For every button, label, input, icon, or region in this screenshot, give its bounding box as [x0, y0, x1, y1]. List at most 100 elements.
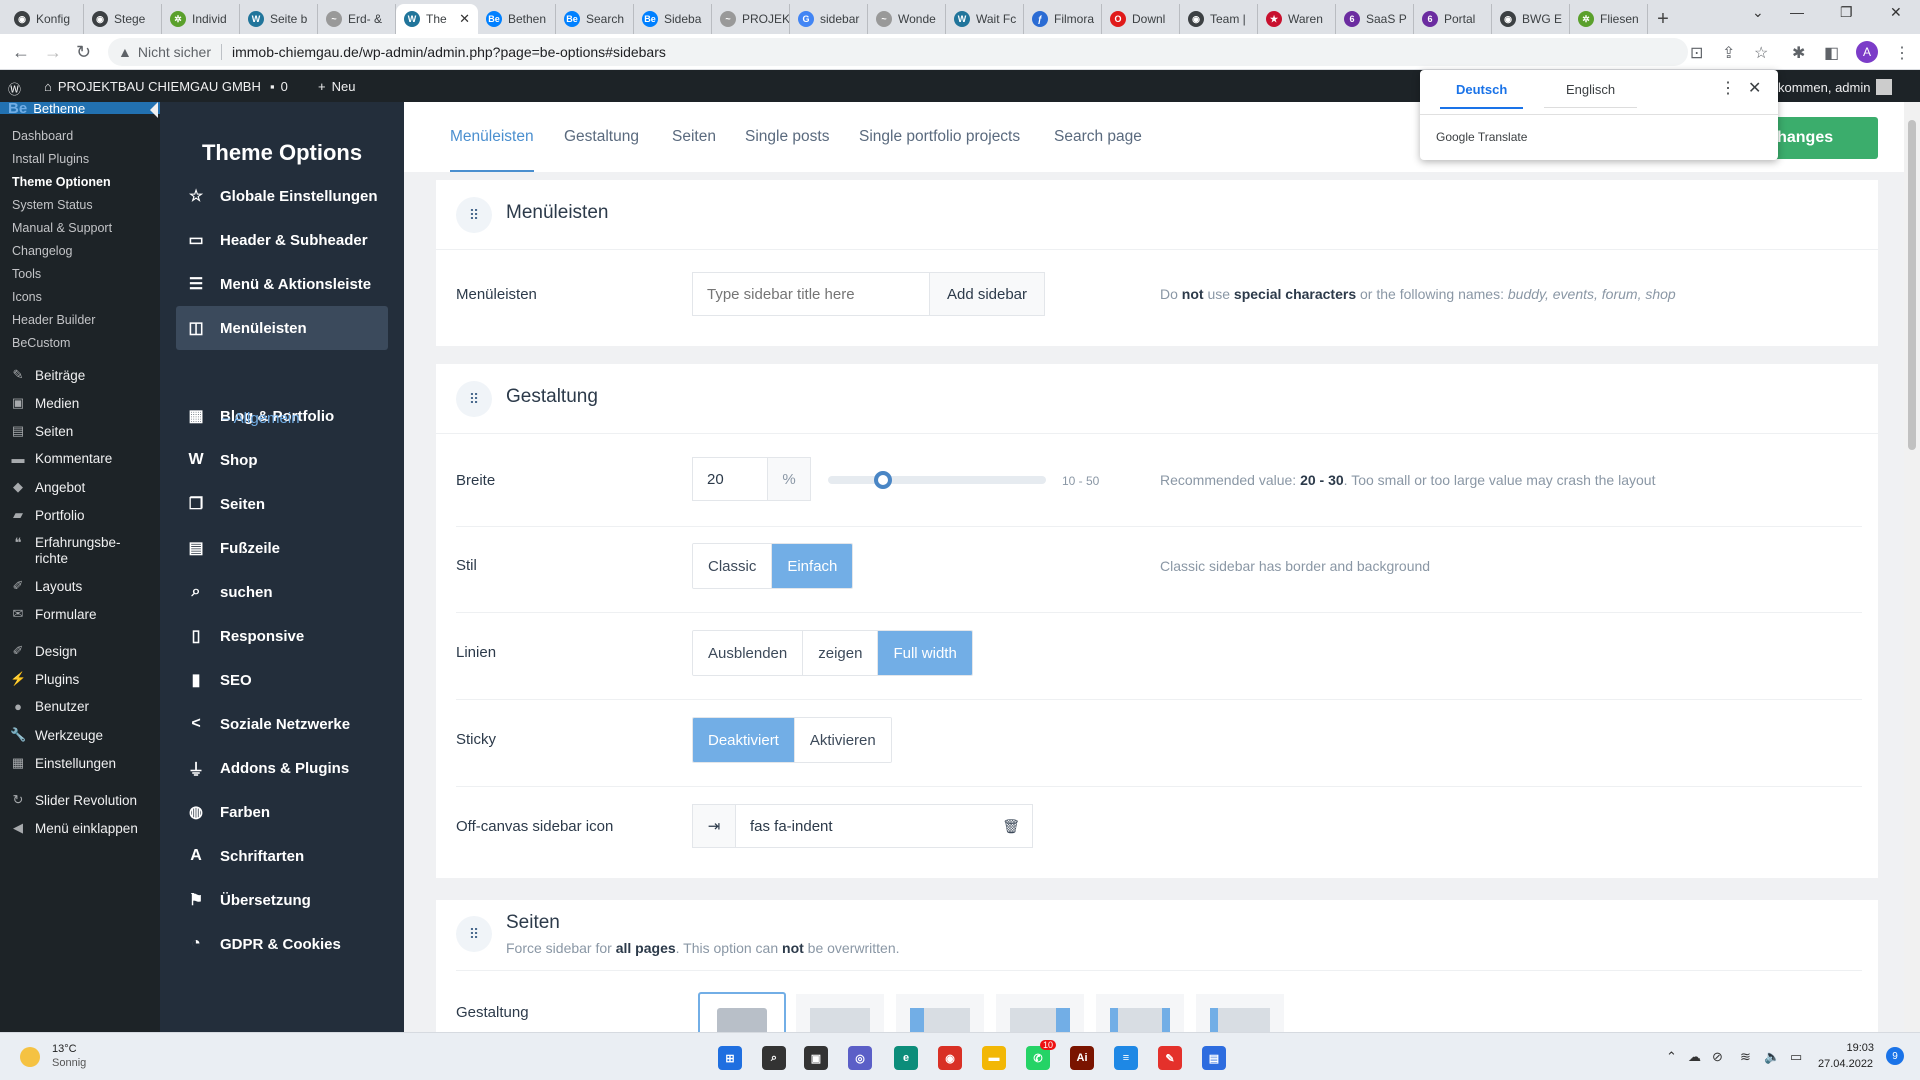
theme-option-item[interactable]: ☰ Menü & Aktionsleiste: [176, 262, 388, 306]
tab-search-page[interactable]: Search page: [1054, 128, 1142, 146]
trash-icon[interactable]: 🗑: [1002, 818, 1020, 835]
style-einfach-option[interactable]: Einfach: [772, 544, 853, 588]
wp-menu-item[interactable]: ✐ Layouts: [10, 578, 83, 594]
browser-tab[interactable]: ◉ Stege: [84, 4, 162, 34]
wp-submenu-item[interactable]: Icons: [12, 290, 42, 304]
file-explorer-icon[interactable]: ▬: [982, 1046, 1006, 1070]
new-tab-button[interactable]: +: [1648, 4, 1678, 34]
theme-option-item[interactable]: W Shop: [176, 438, 388, 482]
notepad-icon[interactable]: ≡: [1114, 1046, 1138, 1070]
browser-tab[interactable]: ƒ Filmora: [1024, 4, 1102, 34]
wp-menu-item[interactable]: ● Benutzer: [10, 699, 89, 714]
browser-tab[interactable]: W Wait Fc: [946, 4, 1024, 34]
wp-submenu-item[interactable]: BeCustom: [12, 336, 70, 350]
forward-icon[interactable]: →: [44, 42, 62, 63]
wp-submenu-item[interactable]: System Status: [12, 198, 93, 212]
network-drive-icon[interactable]: ▤: [1202, 1046, 1226, 1070]
site-name-link[interactable]: ⌂ PROJEKTBAU CHIEMGAU GMBH: [44, 79, 261, 94]
wordpress-logo-icon[interactable]: Ⓦ: [8, 79, 21, 98]
wp-menu-item[interactable]: ◀ Menü einklappen: [10, 820, 138, 836]
tab-search-icon[interactable]: ⌄: [1752, 4, 1764, 21]
wp-submenu-item[interactable]: Manual & Support: [12, 221, 112, 235]
maximize-icon[interactable]: ❐: [1840, 4, 1853, 21]
layout-option-both-sidebars[interactable]: [1096, 994, 1184, 1032]
battery-icon[interactable]: ▭: [1790, 1049, 1802, 1065]
browser-tab[interactable]: 6 SaaS P: [1336, 4, 1414, 34]
wp-menu-item[interactable]: ▦ Einstellungen: [10, 755, 116, 771]
wp-submenu-item[interactable]: Header Builder: [12, 313, 95, 327]
wp-menu-item[interactable]: ↻ Slider Revolution: [10, 792, 138, 808]
acrobat-icon[interactable]: ✎: [1158, 1046, 1182, 1070]
teams-chat-icon[interactable]: ◎: [848, 1046, 872, 1070]
browser-tab[interactable]: Be Sideba: [634, 4, 712, 34]
lines-fullwidth-option[interactable]: Full width: [878, 631, 972, 675]
drag-handle-icon[interactable]: ⠿: [456, 197, 492, 233]
browser-tab[interactable]: Be Search: [556, 4, 634, 34]
wp-menu-item[interactable]: ▬ Kommentare: [10, 451, 113, 466]
wp-menu-item[interactable]: ✐ Design: [10, 643, 77, 659]
volume-icon[interactable]: 🔈: [1764, 1049, 1780, 1065]
translate-lang-deutsch[interactable]: Deutsch: [1440, 82, 1524, 109]
wp-submenu-item[interactable]: Tools: [12, 267, 41, 281]
icon-input[interactable]: fas fa-indent 🗑: [735, 804, 1033, 848]
theme-option-item[interactable]: ❐ Seiten: [176, 482, 388, 526]
illustrator-icon[interactable]: Ai: [1070, 1046, 1094, 1070]
wp-menu-item[interactable]: ⚡ Plugins: [10, 671, 79, 687]
wp-menu-item[interactable]: 🔧 Werkzeuge: [10, 727, 103, 743]
lines-hide-option[interactable]: Ausblenden: [693, 631, 804, 675]
layout-option-left-both[interactable]: [1196, 994, 1284, 1032]
theme-option-item[interactable]: ◔ GDPR & Cookies: [176, 922, 388, 966]
notification-badge[interactable]: 9: [1886, 1047, 1904, 1065]
browser-tab[interactable]: ~ PROJEK: [712, 4, 790, 34]
close-tab-icon[interactable]: ✕: [459, 11, 470, 27]
layout-option-default[interactable]: [698, 992, 786, 1032]
theme-option-item[interactable]: < Soziale Netzwerke: [176, 702, 388, 746]
indent-icon[interactable]: ⇥: [692, 804, 736, 848]
wp-submenu-item[interactable]: Changelog: [12, 244, 72, 258]
browser-tab[interactable]: ◉ Team |: [1180, 4, 1258, 34]
tab-single-posts[interactable]: Single posts: [745, 128, 829, 146]
sidebar-title-input[interactable]: [692, 272, 930, 316]
clock-time[interactable]: 19:03: [1826, 1042, 1874, 1054]
wp-menu-item[interactable]: ▤ Seiten: [10, 423, 73, 439]
scrollbar-thumb[interactable]: [1908, 120, 1916, 450]
layout-option-no-sidebar[interactable]: [796, 994, 884, 1032]
wp-menu-item[interactable]: ▣ Medien: [10, 395, 79, 411]
theme-option-item[interactable]: A Schriftarten: [176, 834, 388, 878]
style-classic-option[interactable]: Classic: [693, 544, 773, 588]
browser-tab[interactable]: ✲ Fliesen: [1570, 4, 1648, 34]
search-icon[interactable]: ⌕: [762, 1046, 786, 1070]
page-scrollbar[interactable]: [1904, 102, 1920, 1032]
sticky-enable-option[interactable]: Aktivieren: [794, 718, 891, 762]
tab-menuleisten[interactable]: Menüleisten: [450, 128, 534, 172]
theme-option-item[interactable]: ☆ Globale Einstellungen: [176, 174, 388, 218]
browser-tab[interactable]: ~ Erd- &: [318, 4, 396, 34]
translate-options-icon[interactable]: ⋮: [1720, 78, 1736, 98]
wp-menu-item[interactable]: ✉ Formulare: [10, 606, 97, 622]
tab-single-portfolio[interactable]: Single portfolio projects: [859, 128, 1020, 146]
theme-option-item[interactable]: ▮ SEO: [176, 658, 388, 702]
width-slider-thumb[interactable]: [873, 471, 892, 489]
comments-link[interactable]: ▪ 0: [270, 79, 288, 94]
translate-lang-englisch[interactable]: Englisch: [1544, 82, 1638, 108]
browser-tab[interactable]: ◉ BWG E: [1492, 4, 1570, 34]
onedrive-icon[interactable]: ☁: [1688, 1049, 1701, 1065]
wp-menu-item[interactable]: ❝ Erfahrungsbe-richte: [10, 535, 121, 567]
task-view-icon[interactable]: ▣: [804, 1046, 828, 1070]
drag-handle-icon[interactable]: ⠿: [456, 381, 492, 417]
theme-option-item[interactable]: ⚑ Übersetzung: [176, 878, 388, 922]
browser-tab[interactable]: ~ Wonde: [868, 4, 946, 34]
tab-gestaltung[interactable]: Gestaltung: [564, 128, 639, 146]
wp-menu-item[interactable]: ✎ Beiträge: [10, 367, 86, 383]
tray-chevron-icon[interactable]: ⌃: [1666, 1049, 1677, 1065]
browser-tab[interactable]: ✲ Individ: [162, 4, 240, 34]
wp-submenu-item[interactable]: Dashboard: [12, 129, 73, 143]
theme-option-item[interactable]: ⌕ suchen: [176, 570, 388, 614]
theme-option-item[interactable]: ▯ Responsive: [176, 614, 388, 658]
layout-option-right-sidebar[interactable]: [996, 994, 1084, 1032]
omnibox[interactable]: ▲ Nicht sicher immob-chiemgau.de/wp-admi…: [108, 38, 1688, 66]
account-link[interactable]: kommen, admin: [1778, 79, 1893, 95]
browser-tab[interactable]: ◉ Konfig: [6, 4, 84, 34]
sidebar-subitem-allgemein[interactable]: – Allgemein: [222, 410, 300, 427]
profile-avatar[interactable]: A: [1856, 41, 1878, 63]
